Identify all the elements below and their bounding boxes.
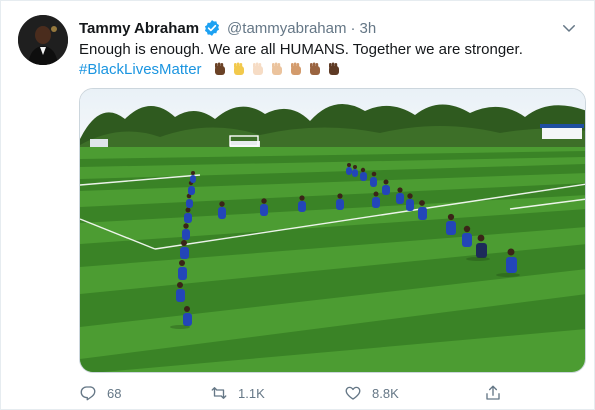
reply-count: 68 bbox=[107, 385, 122, 401]
retweet-icon bbox=[211, 387, 227, 399]
heart-icon bbox=[345, 386, 361, 400]
like-button[interactable]: 8.8K bbox=[344, 381, 399, 405]
retweet-count: 1.1K bbox=[238, 385, 265, 401]
raised-fist-icon bbox=[231, 61, 247, 77]
pitch-photo bbox=[80, 89, 585, 372]
tweet-actions-bar: 68 1.1K 8.8K bbox=[79, 381, 519, 405]
separator-dot: · bbox=[350, 19, 356, 37]
tweet-text: Enough is enough. We are all HUMANS. Tog… bbox=[79, 40, 579, 80]
raised-fist-icon bbox=[250, 61, 266, 77]
reply-icon bbox=[80, 386, 96, 401]
tweet-header: Tammy Abraham @tammyabraham · 3h bbox=[79, 17, 578, 39]
raised-fist-icon bbox=[326, 61, 342, 77]
raised-fist-icon bbox=[269, 61, 285, 77]
avatar[interactable] bbox=[18, 15, 68, 65]
verified-badge-icon bbox=[203, 19, 221, 37]
author-handle[interactable]: @tammyabraham bbox=[227, 20, 346, 37]
tweet-card[interactable]: Tammy Abraham @tammyabraham · 3h Enough … bbox=[0, 0, 595, 410]
tweet-text-line: Enough is enough. We are all HUMANS. Tog… bbox=[79, 41, 523, 58]
raised-fist-icon bbox=[288, 61, 304, 77]
chevron-down-icon[interactable] bbox=[560, 19, 578, 37]
retweet-button[interactable]: 1.1K bbox=[210, 381, 265, 405]
tweet-media-photo[interactable] bbox=[79, 88, 586, 373]
reply-button[interactable]: 68 bbox=[79, 381, 121, 405]
tweet-timestamp[interactable]: 3h bbox=[359, 20, 376, 37]
avatar-image bbox=[18, 15, 68, 65]
raised-fist-icon bbox=[212, 61, 228, 77]
share-icon bbox=[486, 385, 500, 400]
raised-fist-icon bbox=[307, 61, 323, 77]
share-button[interactable] bbox=[484, 381, 512, 405]
raised-fist-emojis bbox=[212, 61, 342, 77]
author-name[interactable]: Tammy Abraham bbox=[79, 20, 199, 37]
hashtag-link[interactable]: #BlackLivesMatter bbox=[79, 61, 202, 78]
like-count: 8.8K bbox=[372, 385, 399, 401]
